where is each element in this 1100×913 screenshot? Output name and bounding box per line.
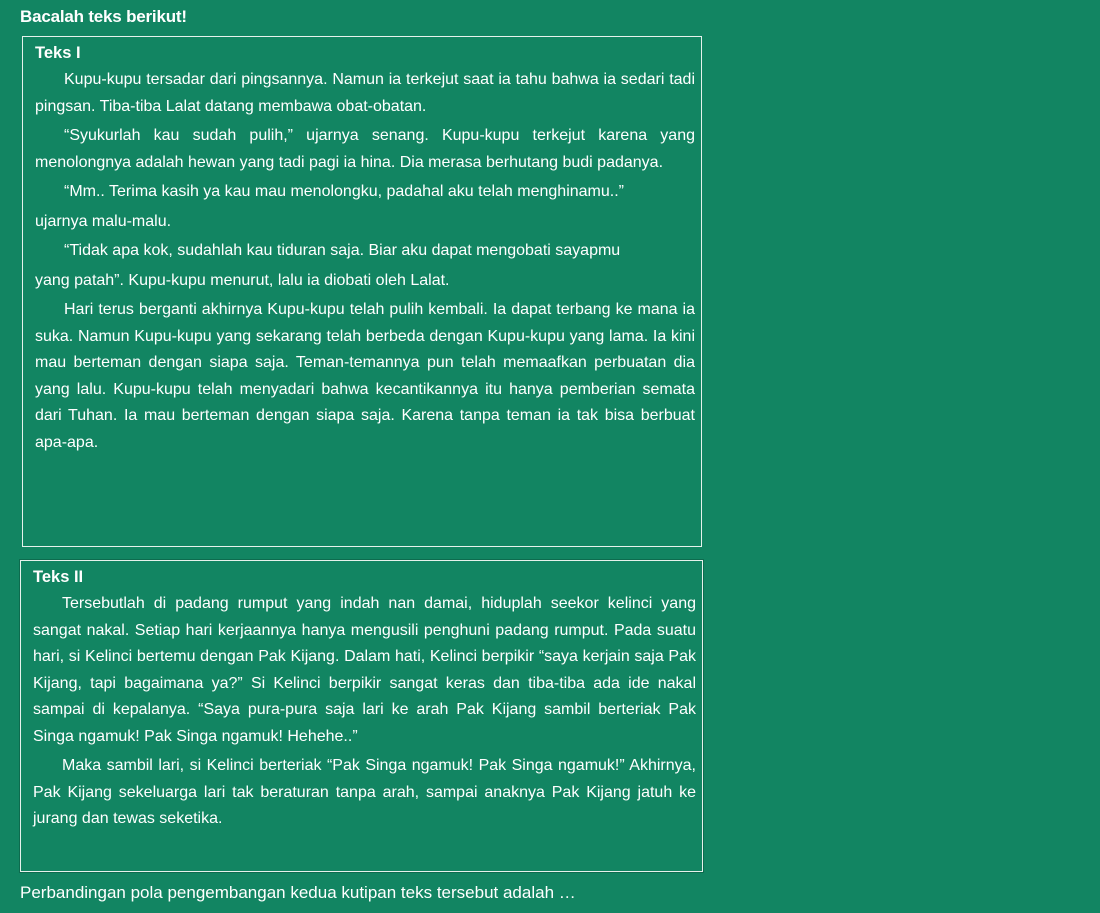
text-2-title: Teks II [33, 568, 84, 586]
text-1-paragraph-2: “Syukurlah kau sudah pulih,” ujarnya sen… [35, 127, 695, 171]
text-1-paragraph-5: “Tidak apa kok, sudahlah kau tiduran saj… [64, 242, 621, 259]
text-box-1: Teks I Kupu-kupu tersadar dari pingsanny… [22, 36, 702, 547]
text-1-paragraph-4: ujarnya malu-malu. [35, 212, 172, 230]
text-2-paragraph-2: Maka sambil lari, si Kelinci berteriak “… [33, 757, 696, 827]
text-2-paragraph-1: Tersebutlah di padang rumput yang indah … [33, 595, 696, 745]
question-text: Perbandingan pola pengembangan kedua kut… [20, 883, 576, 902]
text-1-title: Teks I [35, 44, 81, 62]
text-1-paragraph-6: yang patah”. Kupu-kupu menurut, lalu ia … [35, 271, 450, 289]
text-box-2: Teks II Tersebutlah di padang rumput yan… [19, 559, 704, 873]
instruction-heading: Bacalah teks berikut! [20, 7, 187, 26]
text-1-paragraph-3: “Mm.. Terima kasih ya kau mau menolongku… [64, 183, 624, 200]
text-1-paragraph-1: Kupu-kupu tersadar dari pingsannya. Namu… [35, 71, 695, 115]
text-1-paragraph-7: Hari terus berganti akhirnya Kupu-kupu t… [35, 301, 695, 451]
